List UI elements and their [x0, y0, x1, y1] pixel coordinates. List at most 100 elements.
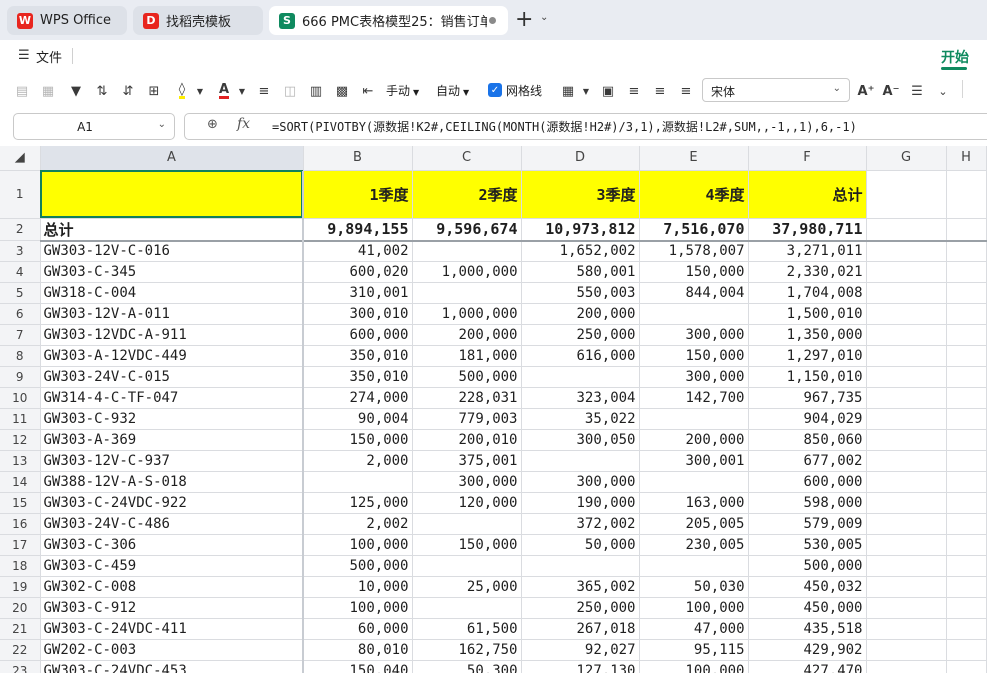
value-cell[interactable]: [639, 471, 749, 493]
column-header[interactable]: F: [748, 146, 867, 171]
empty-cell[interactable]: [866, 218, 947, 242]
empty-cell[interactable]: [866, 660, 947, 673]
value-cell[interactable]: 41,002: [303, 240, 413, 262]
empty-cell[interactable]: [866, 450, 947, 472]
empty-cell[interactable]: [946, 218, 987, 242]
empty-cell[interactable]: [866, 261, 947, 283]
value-cell[interactable]: 1,652,002: [521, 240, 640, 262]
empty-cell[interactable]: [866, 576, 947, 598]
empty-cell[interactable]: [866, 639, 947, 661]
empty-cell[interactable]: [946, 324, 987, 346]
value-cell[interactable]: 10,000: [303, 576, 413, 598]
value-cell[interactable]: 435,518: [748, 618, 867, 640]
part-number-cell[interactable]: GW303-12VDC-A-911: [40, 324, 304, 346]
value-cell[interactable]: 429,902: [748, 639, 867, 661]
merge-cells-icon[interactable]: ◫: [280, 81, 300, 101]
column-header[interactable]: C: [412, 146, 522, 171]
empty-cell[interactable]: [946, 534, 987, 556]
sort-descending-icon[interactable]: ⇵: [118, 81, 138, 101]
borders-icon[interactable]: ⊞: [144, 81, 164, 101]
empty-cell[interactable]: [946, 618, 987, 640]
empty-cell[interactable]: [946, 429, 987, 451]
empty-cell[interactable]: [946, 513, 987, 535]
value-cell[interactable]: 250,000: [521, 324, 640, 346]
empty-cell[interactable]: [946, 450, 987, 472]
value-cell[interactable]: 150,000: [412, 534, 522, 556]
value-cell[interactable]: 100,000: [303, 597, 413, 619]
value-cell[interactable]: 500,000: [412, 366, 522, 388]
empty-cell[interactable]: [866, 618, 947, 640]
value-cell[interactable]: 375,001: [412, 450, 522, 472]
total-label[interactable]: 总计: [40, 218, 304, 242]
value-cell[interactable]: 150,000: [639, 345, 749, 367]
menu-tab-start[interactable]: 开始: [941, 47, 969, 67]
row-header[interactable]: 5: [0, 282, 41, 304]
value-cell[interactable]: 323,004: [521, 387, 640, 409]
row-header[interactable]: 12: [0, 429, 41, 451]
row-header[interactable]: 1: [0, 170, 41, 219]
spreadsheet-grid[interactable]: ◢ A B C D E F G H 1 1季度 2季度 3季度 4季度 总计 2…: [0, 146, 987, 673]
empty-cell[interactable]: [946, 303, 987, 325]
new-tab-plus-icon[interactable]: +: [515, 9, 533, 31]
value-cell[interactable]: 120,000: [412, 492, 522, 514]
value-cell[interactable]: 300,000: [639, 366, 749, 388]
value-cell[interactable]: [521, 555, 640, 577]
value-cell[interactable]: 2,330,021: [748, 261, 867, 283]
part-number-cell[interactable]: GW202-C-003: [40, 639, 304, 661]
fill-icon[interactable]: ▩: [332, 81, 352, 101]
value-cell[interactable]: 162,750: [412, 639, 522, 661]
value-cell[interactable]: 1,150,010: [748, 366, 867, 388]
empty-cell[interactable]: [866, 324, 947, 346]
value-cell[interactable]: 300,001: [639, 450, 749, 472]
quarter-header[interactable]: 1季度: [303, 170, 413, 219]
chevron-down-icon[interactable]: ▼: [232, 81, 252, 101]
value-cell[interactable]: 600,000: [748, 471, 867, 493]
empty-cell[interactable]: [946, 639, 987, 661]
value-cell[interactable]: 228,031: [412, 387, 522, 409]
value-cell[interactable]: 579,009: [748, 513, 867, 535]
paste-icon[interactable]: ▤: [12, 81, 32, 101]
cell-a1[interactable]: [40, 170, 304, 219]
manual-dropdown[interactable]: 手动 ▼: [386, 82, 419, 99]
value-cell[interactable]: 600,000: [303, 324, 413, 346]
value-cell[interactable]: 205,005: [639, 513, 749, 535]
value-cell[interactable]: 60,000: [303, 618, 413, 640]
part-number-cell[interactable]: GW318-C-004: [40, 282, 304, 304]
empty-cell[interactable]: [866, 366, 947, 388]
value-cell[interactable]: [303, 471, 413, 493]
value-cell[interactable]: 200,000: [639, 429, 749, 451]
value-cell[interactable]: 274,000: [303, 387, 413, 409]
part-number-cell[interactable]: GW388-12V-A-S-018: [40, 471, 304, 493]
part-number-cell[interactable]: GW303-C-459: [40, 555, 304, 577]
wrap-text-icon[interactable]: ≡: [254, 81, 274, 101]
empty-cell[interactable]: [866, 492, 947, 514]
empty-cell[interactable]: [946, 261, 987, 283]
row-header[interactable]: 17: [0, 534, 41, 556]
empty-cell[interactable]: [866, 303, 947, 325]
value-cell[interactable]: 530,005: [748, 534, 867, 556]
value-cell[interactable]: 779,003: [412, 408, 522, 430]
part-number-cell[interactable]: GW303-C-306: [40, 534, 304, 556]
gridlines-checkbox[interactable]: ✓: [488, 83, 502, 97]
total-cell[interactable]: 10,973,812: [521, 218, 640, 242]
value-cell[interactable]: 450,000: [748, 597, 867, 619]
fill-color-icon[interactable]: ◊: [172, 81, 192, 101]
font-color-icon[interactable]: A: [214, 81, 234, 101]
row-header[interactable]: 10: [0, 387, 41, 409]
row-header[interactable]: 19: [0, 576, 41, 598]
row-header[interactable]: 23: [0, 660, 41, 673]
value-cell[interactable]: 1,578,007: [639, 240, 749, 262]
value-cell[interactable]: 500,000: [748, 555, 867, 577]
empty-cell[interactable]: [946, 366, 987, 388]
empty-cell[interactable]: [866, 429, 947, 451]
align-middle-icon[interactable]: ☰: [907, 81, 927, 101]
value-cell[interactable]: [412, 513, 522, 535]
column-header[interactable]: D: [521, 146, 640, 171]
value-cell[interactable]: 1,297,010: [748, 345, 867, 367]
part-number-cell[interactable]: GW314-4-C-TF-047: [40, 387, 304, 409]
value-cell[interactable]: 2,000: [303, 450, 413, 472]
empty-cell[interactable]: [946, 387, 987, 409]
quarter-header[interactable]: 3季度: [521, 170, 640, 219]
value-cell[interactable]: 50,000: [521, 534, 640, 556]
value-cell[interactable]: 150,000: [639, 261, 749, 283]
